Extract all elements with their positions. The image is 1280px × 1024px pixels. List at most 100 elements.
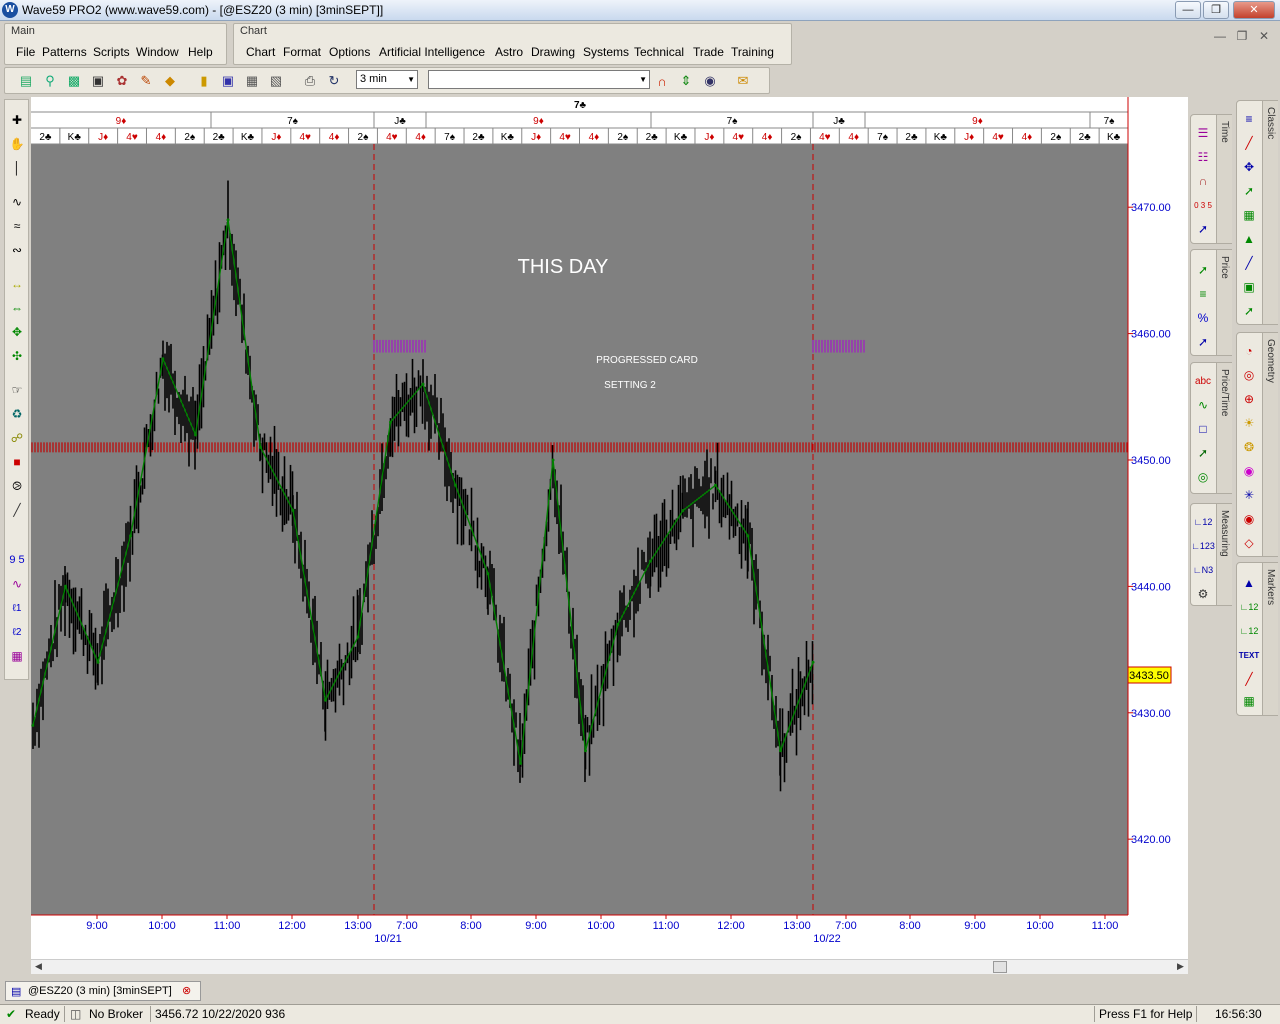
price-fib-icon[interactable]: ➚	[1193, 260, 1213, 280]
trash-icon[interactable]: ♻	[6, 404, 28, 424]
mdi-minimize-button[interactable]: —	[1210, 27, 1230, 45]
marker-count-icon[interactable]: ∟12	[1239, 621, 1259, 641]
marker-box-icon[interactable]: ▦	[1239, 691, 1259, 711]
chart-canvas[interactable]: 7♣ 9♦ 7♠ J♣ 9♦ 7♠ J♣ 9♦ 7♠ 2♣ K♣ J♦ 4♥ 4♦ 2♠ 2♣ K♣ J♦ 4♥ 4…	[31, 97, 1188, 959]
classic-fork-icon[interactable]: ➚	[1239, 301, 1259, 321]
classic-fan-icon[interactable]: ╱	[1239, 133, 1259, 153]
menu-chart[interactable]: Chart	[246, 45, 275, 59]
abc-icon[interactable]: abc	[1193, 371, 1213, 391]
menu-window[interactable]: Window	[136, 45, 179, 59]
time-cycle-icon[interactable]: ∩	[1193, 171, 1213, 191]
scroll-left-icon[interactable]: ◀	[35, 961, 42, 972]
pt-wave-icon[interactable]: ∿	[1193, 395, 1213, 415]
geo-bullseye-icon[interactable]: ◉	[1239, 509, 1259, 529]
pt-spiral-icon[interactable]: ◎	[1193, 467, 1213, 487]
menu-file[interactable]: File	[16, 45, 35, 59]
menu-scripts[interactable]: Scripts	[93, 45, 130, 59]
marker-line-icon[interactable]: ╱	[1239, 669, 1259, 689]
redo-icon[interactable]: ↻	[324, 71, 344, 91]
save-icon[interactable]: ▣	[218, 71, 238, 91]
eye-icon[interactable]: ◉	[700, 71, 720, 91]
wave-icon[interactable]: ≈	[6, 216, 28, 236]
updown-icon[interactable]: ⇕	[676, 71, 696, 91]
zigzag-icon[interactable]: ∿	[6, 192, 28, 212]
folder-icon[interactable]: ▮	[194, 71, 214, 91]
time-count-icon[interactable]: 0 3 5	[1193, 195, 1213, 215]
classic-channel-icon[interactable]: ≡	[1239, 109, 1259, 129]
pt-box-icon[interactable]: □	[1193, 419, 1213, 439]
grab-icon[interactable]: ☞	[6, 380, 28, 400]
mail-icon[interactable]: ✉	[733, 71, 753, 91]
percent-icon[interactable]: %	[1193, 308, 1213, 328]
classic-lines-icon[interactable]: ╱	[1239, 253, 1259, 273]
geo-web-icon[interactable]: ✳	[1239, 485, 1259, 505]
sine-icon[interactable]: ∿	[6, 574, 28, 594]
marker-label-icon[interactable]: ∟12	[1239, 597, 1259, 617]
camera-icon[interactable]: ▣	[88, 71, 108, 91]
move-icon[interactable]: ✣	[6, 346, 28, 366]
pt-fan-icon[interactable]: ➚	[1193, 443, 1213, 463]
text-tool-icon[interactable]: TEXT	[1239, 645, 1259, 665]
new-chart-icon[interactable]: ▤	[16, 71, 36, 91]
price-chart[interactable]: 7♣ 9♦ 7♠ J♣ 9♦ 7♠ J♣ 9♦ 7♠ 2♣ K♣ J♦ 4♥ 4♦ 2♠ 2♣ K♣ J♦ 4♥ 4…	[31, 97, 1188, 959]
zoom-icon[interactable]: ⚲	[40, 71, 60, 91]
classic-panel-tab[interactable]: Classic	[1262, 101, 1278, 324]
cursor-line-icon[interactable]: │	[6, 158, 28, 178]
price-time-panel-tab[interactable]: Price/Time	[1216, 363, 1232, 493]
time-bars-icon[interactable]: ☰	[1193, 123, 1213, 143]
scroll-thumb[interactable]	[993, 961, 1007, 973]
mdi-close-button[interactable]: ✕	[1254, 27, 1274, 45]
ruler-icon[interactable]: ╱	[6, 500, 28, 520]
marker-arrow-icon[interactable]: ▲	[1239, 573, 1259, 593]
fib-1-icon[interactable]: ℓ1	[6, 598, 28, 618]
classic-square-icon[interactable]: ▣	[1239, 277, 1259, 297]
curve-icon[interactable]: ∾	[6, 240, 28, 260]
time-panel-tab[interactable]: Time	[1216, 115, 1232, 243]
restore-button[interactable]: ❐	[1203, 1, 1229, 19]
count-icon[interactable]: 9 5	[6, 550, 28, 570]
menu-help[interactable]: Help	[188, 45, 213, 59]
timeframe-select[interactable]: 3 min ▼	[356, 70, 418, 89]
price-levels-icon[interactable]: ≡	[1193, 284, 1213, 304]
horizontal-scrollbar[interactable]	[31, 959, 1188, 974]
markers-panel-tab[interactable]: Markers	[1262, 563, 1278, 715]
paint-icon[interactable]: ✎	[136, 71, 156, 91]
time-compress-icon[interactable]: ⇔	[6, 298, 28, 318]
menu-technical[interactable]: Technical	[634, 45, 684, 59]
geo-diamond-icon[interactable]: ◇	[1239, 533, 1259, 553]
time-lines-icon[interactable]: ☷	[1193, 147, 1213, 167]
chart-open-icon[interactable]: ▧	[266, 71, 286, 91]
app-icon[interactable]: W	[2, 2, 18, 18]
signal-icon[interactable]: ◆	[160, 71, 180, 91]
price-zoom-icon[interactable]: ✥	[6, 322, 28, 342]
price-panel-tab[interactable]: Price	[1216, 250, 1232, 355]
print-icon[interactable]: ⎙	[300, 71, 320, 91]
geometry-panel-tab[interactable]: Geometry	[1262, 333, 1278, 556]
menu-trade[interactable]: Trade	[693, 45, 724, 59]
measure-1-icon[interactable]: ∟12	[1193, 512, 1213, 532]
geo-sun-icon[interactable]: ☀	[1239, 413, 1259, 433]
time-zoom-icon[interactable]: ↔	[6, 274, 28, 294]
close-button[interactable]: ✕	[1233, 1, 1275, 19]
document-tab[interactable]: ▤ @ESZ20 (3 min) [3minSEPT] ⊗	[5, 981, 201, 1001]
classic-triangle-icon[interactable]: ▲	[1239, 229, 1259, 249]
time-trend-icon[interactable]: ➚	[1193, 219, 1213, 239]
menu-astro[interactable]: Astro	[495, 45, 523, 59]
gear-icon[interactable]: ⚙	[1193, 584, 1213, 604]
symbol-select[interactable]: ▼	[428, 70, 650, 89]
hand-icon[interactable]: ✋	[6, 134, 28, 154]
scroll-right-icon[interactable]: ▶	[1177, 961, 1184, 972]
geo-spiral-icon[interactable]: ❂	[1239, 437, 1259, 457]
geo-ring-icon[interactable]: ◉	[1239, 461, 1259, 481]
measure-2-icon[interactable]: ∟123	[1191, 536, 1215, 556]
geo-target-icon[interactable]: ◎	[1239, 365, 1259, 385]
classic-pitch-icon[interactable]: ✥	[1239, 157, 1259, 177]
menu-options[interactable]: Options	[329, 45, 370, 59]
menu-patterns[interactable]: Patterns	[42, 45, 87, 59]
chart-save-icon[interactable]: ▦	[242, 71, 262, 91]
minimize-button[interactable]: —	[1175, 1, 1201, 19]
menu-drawing[interactable]: Drawing	[531, 45, 575, 59]
classic-trend-icon[interactable]: ➚	[1239, 181, 1259, 201]
measure-3-icon[interactable]: ∟N3	[1193, 560, 1213, 580]
bug-icon[interactable]: ✿	[112, 71, 132, 91]
